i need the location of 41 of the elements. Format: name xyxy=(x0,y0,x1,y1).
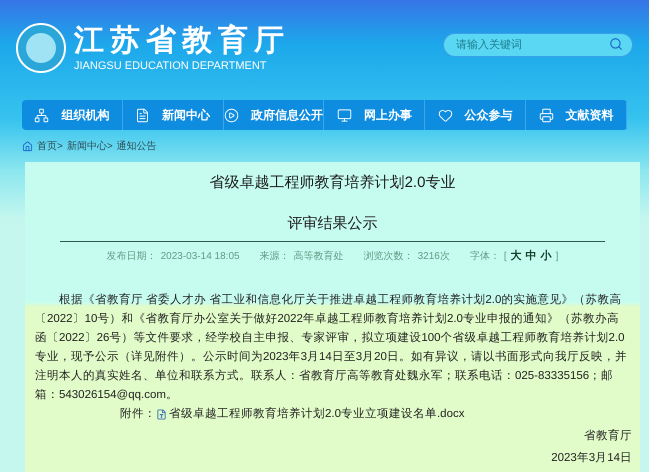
nav-item[interactable]: 公众参与 xyxy=(425,100,526,130)
hierarchy-icon xyxy=(34,108,50,122)
breadcrumb-link[interactable]: 新闻中心> xyxy=(66,138,113,154)
article-title: 省级卓越工程师教育培养计划2.0专业 xyxy=(210,173,456,193)
bracket-text: ] xyxy=(556,250,558,264)
nav-item[interactable]: 政府信息公开 xyxy=(224,100,324,130)
file-icon xyxy=(156,408,167,420)
meta-label: 发布日期： xyxy=(106,250,157,264)
breadcrumb-link[interactable]: 通知公告 xyxy=(116,138,157,154)
play-circle-icon xyxy=(224,108,240,122)
bracket-text: [ xyxy=(504,250,507,264)
font-size-link[interactable]: 中 xyxy=(526,248,537,264)
nav-item[interactable]: 新闻中心 xyxy=(122,100,224,130)
site-subtitle: JIANGSU EDUCATION DEPARTMENT xyxy=(74,58,268,72)
printer-icon xyxy=(538,108,554,122)
font-size-link[interactable]: 大 xyxy=(510,248,522,264)
breadcrumb-link[interactable]: 首页> xyxy=(37,138,63,154)
attachment-link[interactable]: 省级卓越工程师教育培养计划2.0专业立项建设名单.docx xyxy=(169,406,464,423)
document-icon xyxy=(135,108,150,122)
monitor-icon xyxy=(336,108,352,122)
article-body: 根据《省教育厅 省委人才办 省工业和信息化厅关于推进卓越工程师教育培养计划2.0的实施意见》（苏教高〔2022〕10号）和《省教育厅办公室关于做好2022年卓越工程师教育培养计划2.0专业申报的通知》（苏教办高函〔2022〕26号）等文件要求，经学校自主申报、专家评审，拟立项建设100个省级卓越工程师教育培养计划2.0专业，现予公示（详见附件）。公示时间为2023年3月14日至3月20日。如有异议，请以书面形式向我厅反映，并注明本人的真实姓名、单位和联系方式。联系人：省教育厅高等教育处魏永军；联系电话：025-83335156；邮箱：543026154@qq.com。 xyxy=(35,292,628,402)
search-field[interactable]: 请输入关键词 xyxy=(443,32,633,56)
nav-item[interactable]: 文献资料 xyxy=(526,100,627,130)
signature-text: 2023年3月14日 xyxy=(551,450,632,466)
signature-text: 省教育厅 xyxy=(584,428,632,444)
search-icon[interactable] xyxy=(609,36,623,50)
meta-label: 浏览次数： xyxy=(364,250,414,264)
meta-value: 3216次 xyxy=(418,250,450,264)
meta-label: 字体： xyxy=(470,250,500,264)
meta-value: 高等教育处 xyxy=(294,250,344,264)
meta-label: 来源： xyxy=(260,250,290,264)
article-subtitle: 评审结果公示 xyxy=(288,214,378,234)
site-title: 江苏省教育厅 xyxy=(74,22,290,58)
heart-icon xyxy=(438,108,453,122)
meta-value: 2023-03-14 18:05 xyxy=(160,250,240,264)
nav-item[interactable]: 网上办事 xyxy=(324,100,426,130)
attachment-label: 附件： xyxy=(120,406,156,422)
home-icon xyxy=(22,140,33,152)
logo-icon xyxy=(16,22,66,72)
font-size-link[interactable]: 小 xyxy=(540,248,552,264)
nav-item[interactable]: 组织机构 xyxy=(22,100,123,130)
